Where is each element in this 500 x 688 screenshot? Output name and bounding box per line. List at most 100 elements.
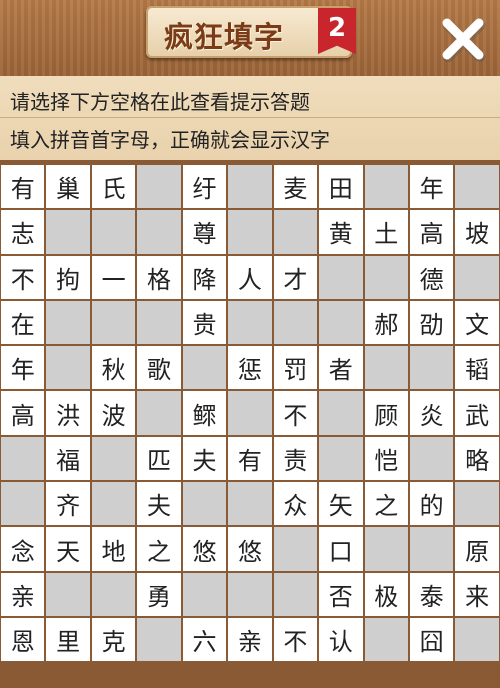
grid-cell[interactable]: 不 — [273, 391, 318, 435]
grid-cell[interactable]: 者 — [319, 346, 363, 390]
grid-cell[interactable]: 贵 — [182, 300, 227, 345]
blocked-cell — [319, 300, 363, 345]
grid-cell[interactable]: 格 — [137, 255, 181, 299]
grid-cell[interactable]: 罚 — [273, 346, 318, 390]
grid-cell[interactable]: 有 — [228, 436, 272, 481]
blocked-cell — [455, 255, 499, 299]
grid-cell[interactable]: 众 — [273, 482, 318, 526]
blocked-cell — [319, 255, 363, 299]
grid-cell[interactable]: 悠 — [228, 527, 272, 571]
grid-cell[interactable]: 有 — [1, 165, 45, 209]
blocked-cell — [91, 482, 136, 526]
crossword-grid: 有巢氏纡麦田年志尊黄土高坡不拘一格降人才德在贵郝劭文年秋歌惩罚者韬高洪波鳏不顾炎… — [0, 164, 500, 663]
grid-cell[interactable]: 洪 — [46, 391, 90, 435]
grid-cell[interactable]: 里 — [46, 617, 90, 662]
grid-cell[interactable]: 不 — [273, 617, 318, 662]
blocked-cell — [455, 165, 499, 209]
grid-cell[interactable]: 夫 — [182, 436, 227, 481]
grid-cell[interactable]: 六 — [182, 617, 227, 662]
grid-cell[interactable]: 泰 — [409, 572, 454, 616]
grid-cell[interactable]: 尊 — [182, 210, 227, 254]
grid-cell[interactable]: 郝 — [364, 300, 408, 345]
grid-cell[interactable]: 之 — [137, 527, 181, 571]
grid-cell[interactable]: 秋 — [91, 346, 136, 390]
grid-cell[interactable]: 勇 — [137, 572, 181, 616]
blocked-cell — [455, 482, 499, 526]
grid-cell[interactable]: 坡 — [455, 210, 499, 254]
blocked-cell — [46, 300, 90, 345]
blocked-cell — [182, 346, 227, 390]
blocked-cell — [273, 300, 318, 345]
grid-cell[interactable]: 一 — [91, 255, 136, 299]
grid-cell[interactable]: 人 — [228, 255, 272, 299]
blocked-cell — [228, 572, 272, 616]
grid-cell[interactable]: 惩 — [228, 346, 272, 390]
grid-cell[interactable]: 地 — [91, 527, 136, 571]
grid-cell[interactable]: 夫 — [137, 482, 181, 526]
grid-cell[interactable]: 福 — [46, 436, 90, 481]
grid-cell[interactable]: 波 — [91, 391, 136, 435]
grid-cell[interactable]: 否 — [319, 572, 363, 616]
blocked-cell — [182, 482, 227, 526]
grid-cell[interactable]: 恺 — [364, 436, 408, 481]
grid-cell[interactable]: 的 — [409, 482, 454, 526]
grid-cell[interactable]: 年 — [409, 165, 454, 209]
grid-cell[interactable]: 文 — [455, 300, 499, 345]
grid-cell[interactable]: 来 — [455, 572, 499, 616]
grid-cell[interactable]: 极 — [364, 572, 408, 616]
grid-cell[interactable]: 略 — [455, 436, 499, 481]
grid-cell[interactable]: 口 — [319, 527, 363, 571]
grid-cell[interactable]: 田 — [319, 165, 363, 209]
grid-cell[interactable]: 在 — [1, 300, 45, 345]
grid-cell[interactable]: 年 — [1, 346, 45, 390]
grid-cell[interactable]: 黄 — [319, 210, 363, 254]
grid-cell[interactable]: 武 — [455, 391, 499, 435]
blocked-cell — [46, 572, 90, 616]
blocked-cell — [409, 436, 454, 481]
grid-cell[interactable]: 麦 — [273, 165, 318, 209]
close-button[interactable] — [440, 16, 486, 63]
blocked-cell — [364, 165, 408, 209]
grid-cell[interactable]: 降 — [182, 255, 227, 299]
grid-cell[interactable]: 纡 — [182, 165, 227, 209]
grid-cell[interactable]: 囧 — [409, 617, 454, 662]
grid-cell[interactable]: 顾 — [364, 391, 408, 435]
grid-cell[interactable]: 拘 — [46, 255, 90, 299]
grid-cell[interactable]: 念 — [1, 527, 45, 571]
grid-cell[interactable]: 高 — [409, 210, 454, 254]
grid-cell[interactable]: 劭 — [409, 300, 454, 345]
grid-cell[interactable]: 炎 — [409, 391, 454, 435]
close-icon — [442, 18, 486, 63]
grid-cell[interactable]: 匹 — [137, 436, 181, 481]
grid-cell[interactable]: 志 — [1, 210, 45, 254]
grid-cell[interactable]: 才 — [273, 255, 318, 299]
grid-cell[interactable]: 德 — [409, 255, 454, 299]
grid-cell[interactable]: 恩 — [1, 617, 45, 662]
grid-cell[interactable]: 之 — [364, 482, 408, 526]
grid-cell[interactable]: 原 — [455, 527, 499, 571]
grid-cell[interactable]: 鳏 — [182, 391, 227, 435]
grid-cell[interactable]: 悠 — [182, 527, 227, 571]
blocked-cell — [228, 482, 272, 526]
grid-cell[interactable]: 天 — [46, 527, 90, 571]
grid-cell[interactable]: 齐 — [46, 482, 90, 526]
blocked-cell — [409, 346, 454, 390]
grid-cell[interactable]: 亲 — [228, 617, 272, 662]
top-bar: 疯狂填字 2 — [0, 0, 500, 76]
grid-cell[interactable]: 矢 — [319, 482, 363, 526]
grid-cell[interactable]: 巢 — [46, 165, 90, 209]
blocked-cell — [364, 255, 408, 299]
grid-cell[interactable]: 高 — [1, 391, 45, 435]
grid-cell[interactable]: 土 — [364, 210, 408, 254]
grid-cell[interactable]: 氏 — [91, 165, 136, 209]
grid-cell[interactable]: 认 — [319, 617, 363, 662]
grid-cell[interactable]: 歌 — [137, 346, 181, 390]
grid-cell[interactable]: 克 — [91, 617, 136, 662]
blocked-cell — [46, 210, 90, 254]
blocked-cell — [137, 300, 181, 345]
blocked-cell — [91, 572, 136, 616]
grid-cell[interactable]: 不 — [1, 255, 45, 299]
grid-cell[interactable]: 韬 — [455, 346, 499, 390]
grid-cell[interactable]: 责 — [273, 436, 318, 481]
grid-cell[interactable]: 亲 — [1, 572, 45, 616]
